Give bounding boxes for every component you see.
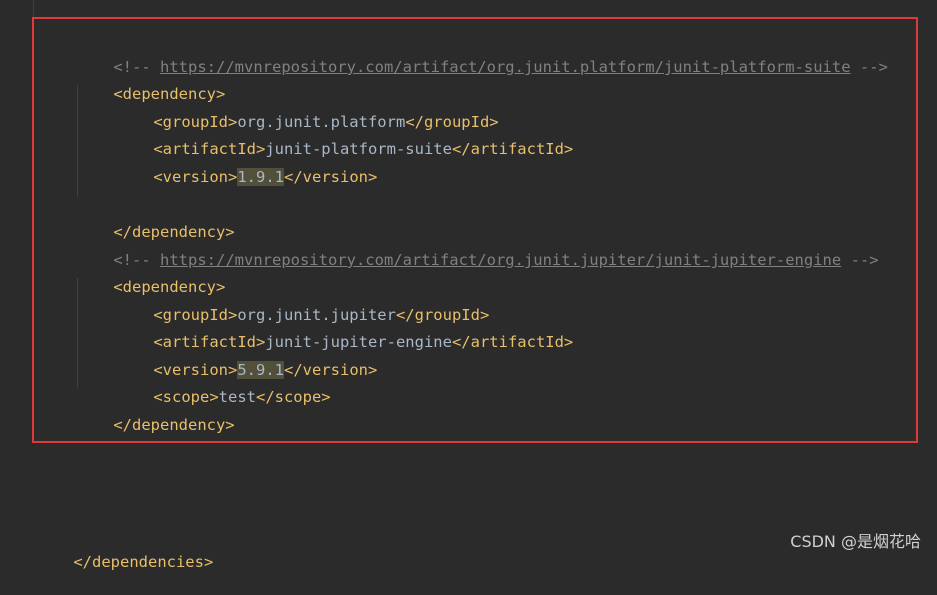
version-close-tag: </version> <box>284 168 378 186</box>
code-line-artifactid: <artifactId>junit-platform-suite</artifa… <box>116 116 573 158</box>
artifactid-close-tag: </artifactId> <box>451 333 574 351</box>
version-value: 1.9.1 <box>237 168 284 186</box>
code-line-version: <version>1.9.1</version> <box>116 144 377 186</box>
code-line-dependencies-close: </dependencies> <box>36 529 213 571</box>
code-line-comment-1: <!-- https://mvnrepository.com/artifact/… <box>76 34 888 76</box>
code-line-groupid: <groupId>org.junit.jupiter</groupId> <box>116 282 489 324</box>
comment-close: --> <box>859 58 888 76</box>
code-line-dependency-open: <dependency> <box>76 254 225 296</box>
artifactid-close-tag: </artifactId> <box>451 140 574 158</box>
dependencies-close-tag: </dependencies> <box>73 553 214 571</box>
code-line-artifactid: <artifactId>junit-jupiter-engine</artifa… <box>116 309 573 351</box>
scope-close-tag: </scope> <box>255 388 331 406</box>
code-editor[interactable]: <!-- https://mvnrepository.com/artifact/… <box>0 0 937 571</box>
version-open-tag: <version> <box>153 168 238 186</box>
comment-link[interactable]: https://mvnrepository.com/artifact/org.j… <box>160 58 851 76</box>
dependency-close-tag: </dependency> <box>113 416 235 434</box>
comment-link[interactable]: https://mvnrepository.com/artifact/org.j… <box>160 251 841 269</box>
watermark: CSDN @是烟花哈 <box>790 532 921 551</box>
code-line-dependency-open: <dependency> <box>76 61 225 103</box>
code-line-version: <version>5.9.1</version> <box>116 337 377 379</box>
code-line-dependency-close: </dependency> <box>76 199 234 241</box>
code-line-scope: <scope>test</scope> <box>116 364 330 406</box>
code-line-comment-2: <!-- https://mvnrepository.com/artifact/… <box>76 227 878 269</box>
code-line-groupid: <groupId>org.junit.platform</groupId> <box>116 89 498 131</box>
comment-close: --> <box>850 251 879 269</box>
code-line-dependency-close: </dependency> <box>76 392 234 434</box>
